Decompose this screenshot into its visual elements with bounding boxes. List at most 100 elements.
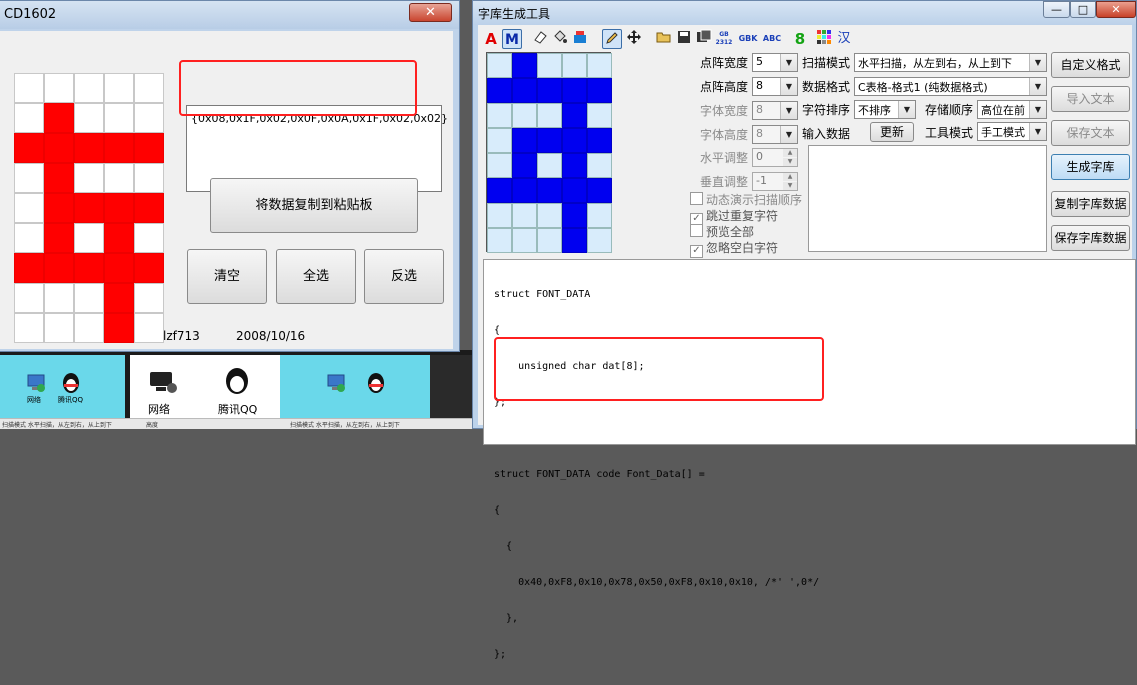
gbk-button[interactable]: GBK — [736, 29, 760, 49]
lcd1602-close-button[interactable]: ✕ — [409, 3, 452, 22]
digit-8-button[interactable]: 8 — [790, 29, 810, 49]
scan-mode-select[interactable]: 水平扫描，从左到右，从上到下 ▼ — [854, 53, 1047, 72]
pixel-cell[interactable] — [134, 283, 164, 313]
pixel-cell[interactable] — [487, 103, 512, 128]
save-as-icon[interactable] — [694, 29, 714, 49]
pixel-cell[interactable] — [512, 153, 537, 178]
pixel-cell[interactable] — [487, 78, 512, 103]
font-pixel-grid[interactable] — [486, 52, 612, 253]
pixel-cell[interactable] — [134, 73, 164, 103]
color-picker-icon[interactable] — [570, 29, 590, 49]
save-text-button[interactable]: 保存文本 — [1051, 120, 1130, 146]
pixel-cell[interactable] — [14, 163, 44, 193]
pixel-cell[interactable] — [44, 283, 74, 313]
pixel-cell[interactable] — [104, 223, 134, 253]
clear-button[interactable]: 清空 — [187, 249, 267, 304]
pixel-cell[interactable] — [44, 163, 74, 193]
pixel-cell[interactable] — [537, 128, 562, 153]
pixel-cell[interactable] — [14, 133, 44, 163]
spin-up-icon[interactable]: ▲ — [783, 173, 797, 181]
pixel-cell[interactable] — [104, 313, 134, 343]
pixel-cell[interactable] — [74, 133, 104, 163]
pixel-cell[interactable] — [14, 223, 44, 253]
pixel-cell[interactable] — [537, 203, 562, 228]
invert-button[interactable]: 反选 — [364, 249, 444, 304]
pixel-cell[interactable] — [587, 228, 612, 253]
pixel-cell[interactable] — [562, 203, 587, 228]
pixel-cell[interactable] — [44, 253, 74, 283]
pixel-cell[interactable] — [587, 178, 612, 203]
import-text-button[interactable]: 导入文本 — [1051, 86, 1130, 112]
pixel-cell[interactable] — [74, 223, 104, 253]
pixel-cell[interactable] — [562, 128, 587, 153]
pixel-cell[interactable] — [74, 163, 104, 193]
pixel-cell[interactable] — [537, 78, 562, 103]
pixel-cell[interactable] — [487, 203, 512, 228]
gb2312-button[interactable]: GB 2312 — [714, 29, 734, 49]
pixel-cell[interactable] — [587, 153, 612, 178]
pixel-cell[interactable] — [587, 203, 612, 228]
pixel-cell[interactable] — [104, 163, 134, 193]
data-format-select[interactable]: C表格-格式1 (纯数据格式) ▼ — [854, 77, 1047, 96]
pixel-cell[interactable] — [562, 178, 587, 203]
pixel-cell[interactable] — [14, 283, 44, 313]
pixel-cell[interactable] — [104, 103, 134, 133]
font-width-select[interactable]: 8 ▼ — [752, 101, 798, 120]
pixel-cell[interactable] — [537, 228, 562, 253]
dot-width-select[interactable]: 5 ▼ — [752, 53, 798, 72]
pixel-cell[interactable] — [512, 78, 537, 103]
pixel-cell[interactable] — [74, 73, 104, 103]
font-generator-title-bar[interactable]: 字库生成工具 — [473, 1, 1136, 25]
copy-font-data-button[interactable]: 复制字库数据 — [1051, 191, 1130, 217]
input-data-textarea[interactable] — [808, 145, 1047, 252]
pixel-cell[interactable] — [134, 253, 164, 283]
pixel-cell[interactable] — [74, 103, 104, 133]
pixel-cell[interactable] — [104, 283, 134, 313]
pixel-cell[interactable] — [14, 253, 44, 283]
chinese-char-button[interactable]: 汉 — [834, 29, 854, 49]
pixel-cell[interactable] — [562, 228, 587, 253]
pixel-cell[interactable] — [44, 193, 74, 223]
pixel-cell[interactable] — [487, 178, 512, 203]
pixel-cell[interactable] — [537, 153, 562, 178]
animate-scan-checkbox[interactable]: 动态演示扫描顺序 — [690, 191, 802, 208]
fill-bucket-icon[interactable] — [550, 29, 570, 49]
pixel-cell[interactable] — [562, 78, 587, 103]
pixel-cell[interactable] — [537, 178, 562, 203]
pixel-cell[interactable] — [512, 53, 537, 78]
maximize-button[interactable]: □ — [1070, 1, 1096, 18]
pencil-icon[interactable] — [602, 29, 622, 49]
spin-down-icon[interactable]: ▼ — [783, 182, 797, 190]
copy-to-clipboard-button[interactable]: 将数据复制到粘贴板 — [210, 178, 418, 233]
pixel-cell[interactable] — [44, 223, 74, 253]
pixel-cell[interactable] — [134, 163, 164, 193]
pixel-cell[interactable] — [587, 103, 612, 128]
spin-up-icon[interactable]: ▲ — [783, 149, 797, 157]
pixel-cell[interactable] — [104, 193, 134, 223]
v-adjust-spinner[interactable]: -1 ▲ ▼ — [752, 172, 798, 191]
pixel-cell[interactable] — [44, 103, 74, 133]
preview-all-checkbox[interactable]: 预览全部 — [690, 223, 754, 240]
pixel-cell[interactable] — [562, 103, 587, 128]
save-icon[interactable] — [674, 29, 694, 49]
pixel-cell[interactable] — [44, 133, 74, 163]
pixel-cell[interactable] — [134, 313, 164, 343]
pixel-cell[interactable] — [14, 313, 44, 343]
pixel-cell[interactable] — [487, 228, 512, 253]
open-folder-icon[interactable] — [654, 29, 674, 49]
move-icon[interactable] — [624, 29, 644, 49]
pixel-cell[interactable] — [74, 313, 104, 343]
pixel-cell[interactable] — [587, 128, 612, 153]
pixel-cell[interactable] — [134, 223, 164, 253]
font-color-a-button[interactable]: A — [481, 29, 501, 49]
minimize-button[interactable]: — — [1043, 1, 1070, 18]
pixel-cell[interactable] — [487, 128, 512, 153]
pixel-cell[interactable] — [512, 203, 537, 228]
tool-mode-select[interactable]: 手工模式 ▼ — [977, 122, 1047, 141]
generate-font-button[interactable]: 生成字库 — [1051, 154, 1130, 180]
pixel-cell[interactable] — [44, 313, 74, 343]
pixel-cell[interactable] — [14, 73, 44, 103]
pixel-cell[interactable] — [487, 53, 512, 78]
dot-height-select[interactable]: 8 ▼ — [752, 77, 798, 96]
select-all-button[interactable]: 全选 — [276, 249, 356, 304]
